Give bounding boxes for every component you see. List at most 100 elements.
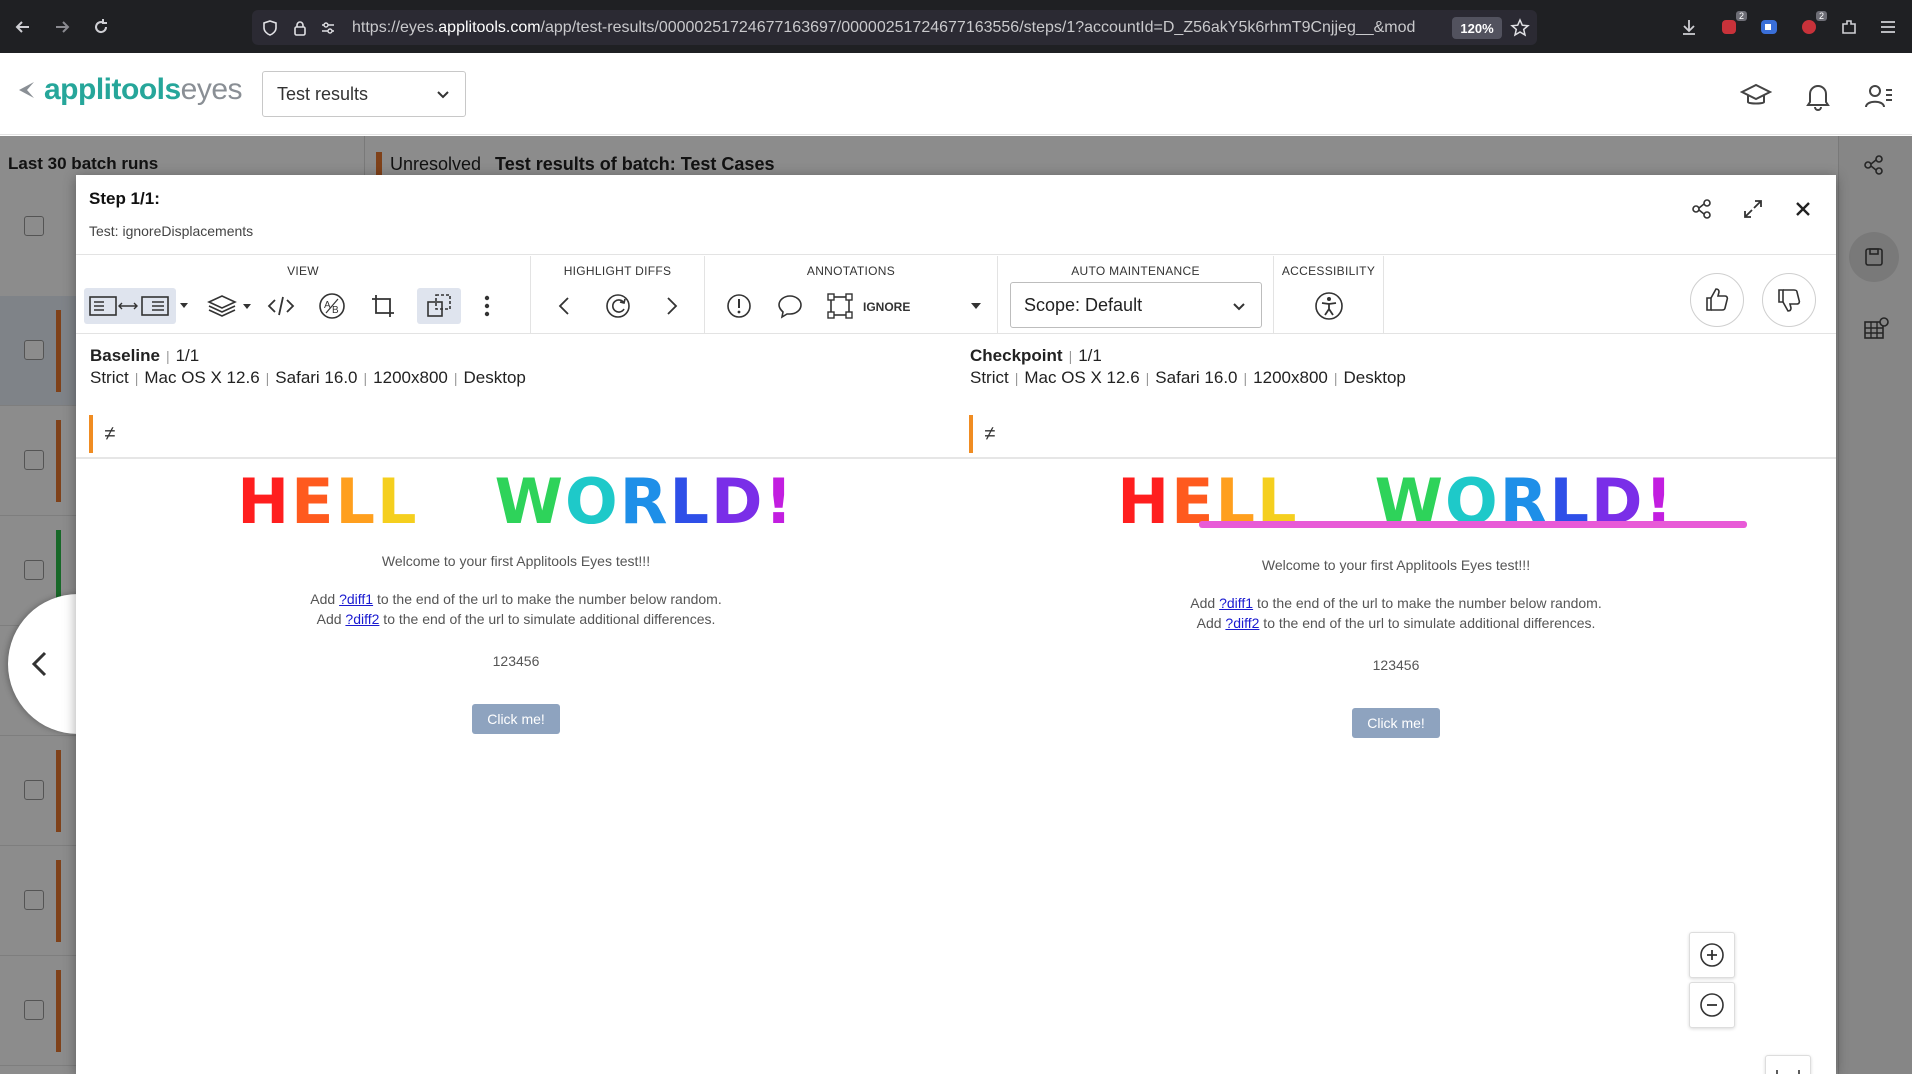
scope-dropdown[interactable]: Scope: Default xyxy=(1010,282,1262,328)
accessibility-group: ACCESSIBILITY xyxy=(1274,256,1384,334)
diff-toggle-icon[interactable]: ≠ xyxy=(969,415,1007,453)
forward-arrow-icon[interactable] xyxy=(49,14,75,40)
baseline-browser: Safari 16.0 xyxy=(275,368,358,387)
checkpoint-match: Strict xyxy=(970,368,1009,387)
code-icon[interactable] xyxy=(264,288,298,324)
modal-header: Step 1/1: Test: ignoreDisplacements xyxy=(76,175,1836,255)
view-dropdown-icon[interactable] xyxy=(176,288,192,324)
click-me-button[interactable]: Click me! xyxy=(472,704,560,734)
zoom-in-button[interactable] xyxy=(1689,932,1735,978)
lock-icon[interactable] xyxy=(290,18,310,38)
baseline-match: Strict xyxy=(90,368,129,387)
highlight-diffs-label: HIGHLIGHT DIFFS xyxy=(563,264,672,278)
menu-icon[interactable] xyxy=(1876,15,1900,39)
view-label: VIEW xyxy=(287,264,319,278)
checkpoint-os: Mac OS X 12.6 xyxy=(1024,368,1140,387)
thumbs-down-button[interactable] xyxy=(1762,273,1816,327)
accessibility-icon[interactable] xyxy=(1312,288,1346,324)
extension-video-icon[interactable] xyxy=(1757,15,1781,39)
welcome-text: Welcome to your first Applitools Eyes te… xyxy=(1261,557,1531,573)
address-bar[interactable]: https://eyes.applitools.com/app/test-res… xyxy=(252,10,1537,45)
crop-icon[interactable] xyxy=(366,288,400,324)
hello-letter: O xyxy=(565,465,620,538)
annotation-dropdown-icon[interactable] xyxy=(965,288,987,324)
shield-icon[interactable] xyxy=(260,18,280,38)
user-settings-icon[interactable] xyxy=(1862,79,1896,113)
hello-letter: ! xyxy=(764,465,795,538)
view-group: VIEW AB xyxy=(76,256,531,334)
extension-red-icon[interactable]: 2 xyxy=(1717,11,1747,39)
previous-diff-icon[interactable] xyxy=(547,288,581,324)
annotations-group: ANNOTATIONS IGNORE xyxy=(705,256,998,334)
hello-world-heading: HELLO WORLD! xyxy=(76,465,956,538)
hello-letter: O xyxy=(416,465,472,538)
browser-toolbar: https://eyes.applitools.com/app/test-res… xyxy=(0,0,1912,53)
close-icon[interactable] xyxy=(1787,193,1819,225)
zoom-badge[interactable]: 120% xyxy=(1452,17,1502,39)
hello-letter: H xyxy=(237,465,292,538)
diff2-link[interactable]: ?diff2 xyxy=(1225,615,1259,631)
more-options-icon[interactable] xyxy=(470,288,504,324)
layers-icon[interactable] xyxy=(203,288,255,324)
instruction-line-2: Add ?diff2 to the end of the url to simu… xyxy=(1196,615,1596,631)
region-select-icon[interactable] xyxy=(417,288,461,324)
svg-text:B: B xyxy=(332,305,339,316)
diff1-link[interactable]: ?diff1 xyxy=(1219,595,1253,611)
extension-record-icon[interactable]: 2 xyxy=(1797,11,1827,39)
chevron-down-icon xyxy=(435,86,451,102)
step-title: Step 1/1: xyxy=(89,189,160,208)
results-dropdown[interactable]: Test results xyxy=(262,71,466,117)
zoom-out-button[interactable] xyxy=(1689,982,1735,1028)
reload-icon[interactable] xyxy=(88,14,114,40)
chevron-down-icon xyxy=(1231,298,1247,314)
hello-letter: L xyxy=(377,465,417,538)
baseline-viewport: 1200x800 xyxy=(373,368,448,387)
extensions-puzzle-icon[interactable] xyxy=(1837,15,1861,39)
issue-icon[interactable] xyxy=(722,288,756,324)
checkpoint-device: Desktop xyxy=(1343,368,1406,387)
welcome-text: Welcome to your first Applitools Eyes te… xyxy=(381,553,651,569)
accessibility-label: ACCESSIBILITY xyxy=(1281,264,1376,278)
expand-icon[interactable] xyxy=(1737,193,1769,225)
hello-letter: R xyxy=(619,465,670,538)
url-text[interactable]: https://eyes.applitools.com/app/test-res… xyxy=(352,19,1442,37)
back-arrow-icon[interactable] xyxy=(10,14,36,40)
extension-badge: 2 xyxy=(1815,11,1827,21)
diff-toggle-icon[interactable]: ≠ xyxy=(89,415,127,453)
diff1-link[interactable]: ?diff1 xyxy=(339,591,373,607)
applitools-logo[interactable]: applitoolseyes xyxy=(16,73,243,107)
ignore-region-label[interactable]: IGNORE xyxy=(863,300,910,314)
diff2-link[interactable]: ?diff2 xyxy=(345,611,379,627)
next-diff-icon[interactable] xyxy=(655,288,689,324)
share-icon[interactable] xyxy=(1686,193,1718,225)
step-modal: Step 1/1: Test: ignoreDisplacements VIEW xyxy=(76,175,1836,1074)
baseline-screenshot[interactable]: HELLO WORLD! Welcome to your first Appli… xyxy=(76,457,956,1074)
extension-badge: 2 xyxy=(1735,11,1747,21)
download-icon[interactable] xyxy=(1677,15,1701,39)
fit-width-button[interactable] xyxy=(1765,1055,1811,1074)
checkpoint-browser: Safari 16.0 xyxy=(1155,368,1238,387)
click-me-button[interactable]: Click me! xyxy=(1352,708,1440,738)
bell-icon[interactable] xyxy=(1801,79,1835,113)
permissions-icon[interactable] xyxy=(318,18,338,38)
url-host: applitools.com xyxy=(438,19,541,36)
ignore-region-icon[interactable] xyxy=(823,288,857,324)
hello-letter: D xyxy=(711,465,765,538)
thumbs-up-button[interactable] xyxy=(1690,273,1744,327)
baseline-panel: Baseline | 1/1 Strict | Mac OS X 12.6 | Safari… xyxy=(76,335,956,1074)
number-text: 123456 xyxy=(1372,657,1420,673)
fit-width-icon xyxy=(1776,1070,1800,1074)
graduation-cap-icon[interactable] xyxy=(1739,79,1773,113)
side-by-side-view-icon[interactable] xyxy=(84,288,176,324)
highlight-diffs-icon[interactable] xyxy=(601,288,635,324)
instruction-line-1: Add ?diff1 to the end of the url to make… xyxy=(310,591,722,607)
text-compare-icon[interactable]: AB xyxy=(315,288,349,324)
checkpoint-count: 1/1 xyxy=(1078,346,1102,365)
comment-icon[interactable] xyxy=(773,288,807,324)
chevron-left-icon xyxy=(31,651,47,677)
diff-highlight-bar xyxy=(1199,521,1747,528)
star-icon[interactable] xyxy=(1510,18,1530,38)
logo-brand: applitools xyxy=(44,73,181,106)
checkpoint-info: Checkpoint | 1/1 Strict | Mac OS X 12.6 | Safa… xyxy=(970,346,1406,387)
auto-maintenance-group: AUTO MAINTENANCE Scope: Default xyxy=(998,256,1274,334)
